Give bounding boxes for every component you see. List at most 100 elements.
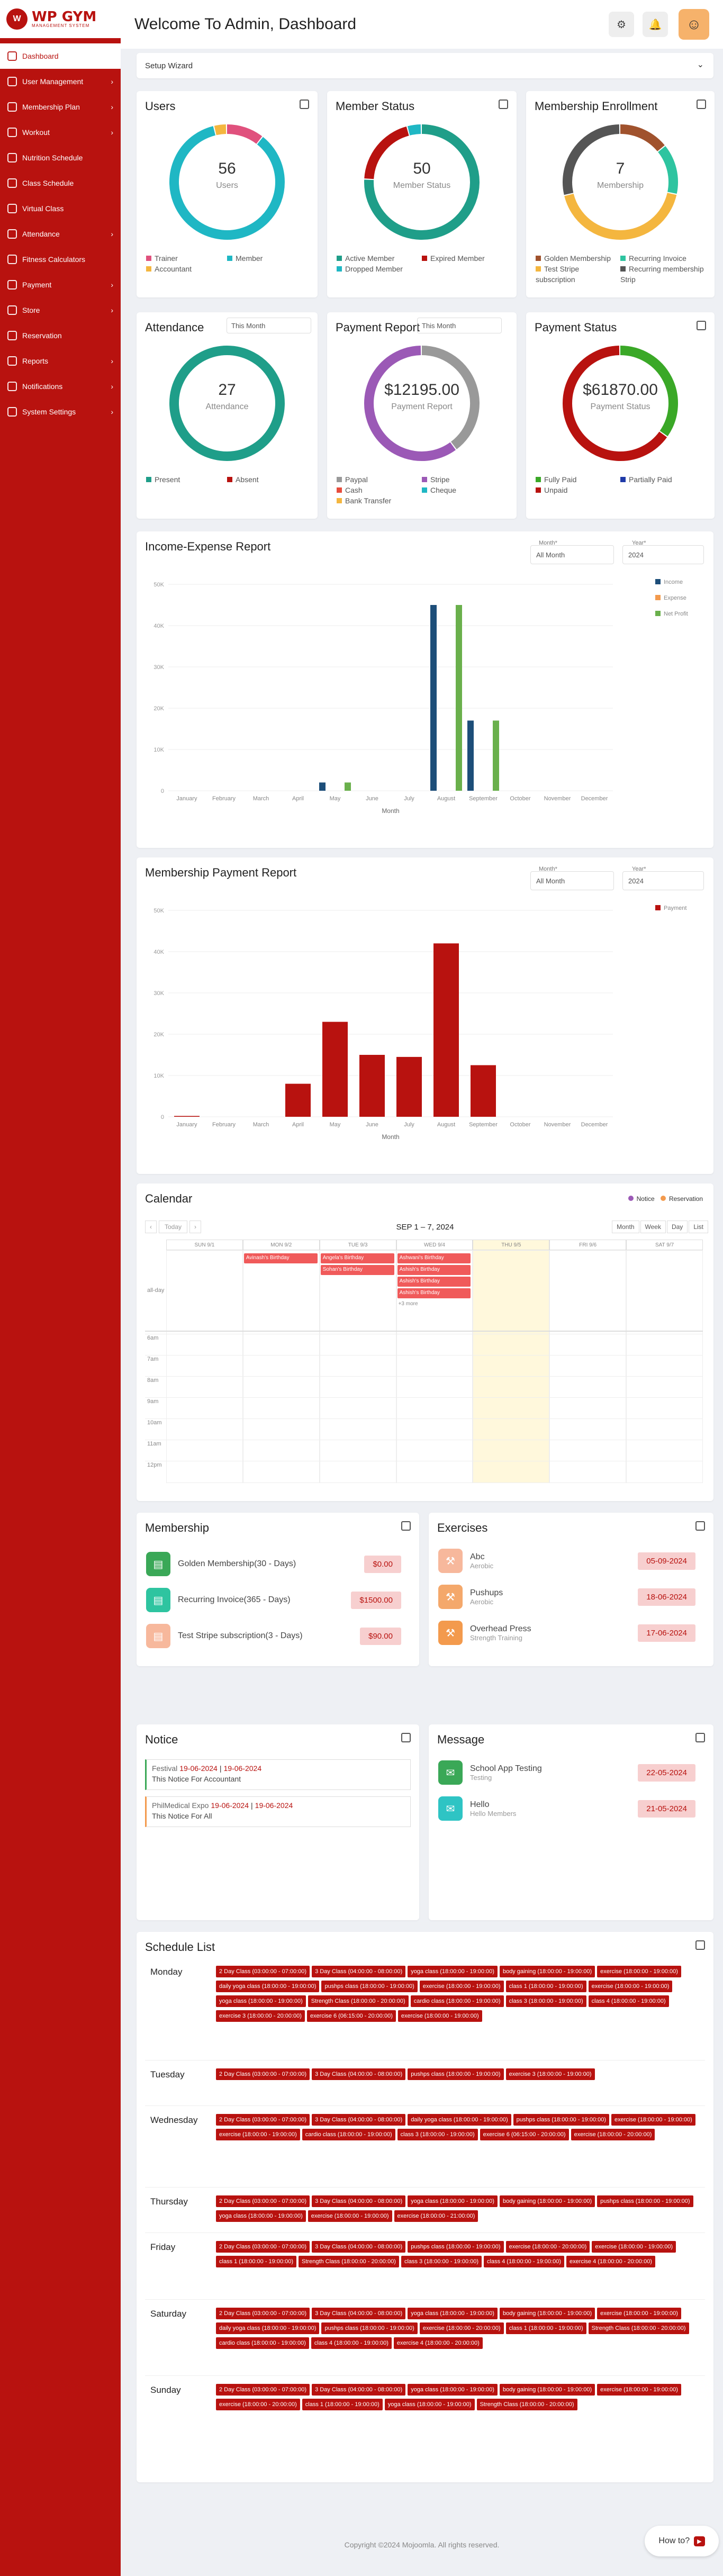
class-tag[interactable]: pushps class (18:00:00 - 19:00:00) xyxy=(321,2322,418,2334)
class-tag[interactable]: exercise 4 (18:00:00 - 20:00:00) xyxy=(566,2256,655,2267)
class-tag[interactable]: yoga class (18:00:00 - 19:00:00) xyxy=(408,1966,498,1977)
logo[interactable]: W WP GYM MANAGEMENT SYSTEM xyxy=(0,0,121,38)
class-tag[interactable]: exercise (18:00:00 - 19:00:00) xyxy=(597,1966,681,1977)
class-tag[interactable]: exercise (18:00:00 - 20:00:00) xyxy=(571,2129,655,2140)
class-tag[interactable]: exercise (18:00:00 - 19:00:00) xyxy=(592,2241,676,2253)
sidebar-item-reports[interactable]: Reports › xyxy=(0,348,121,374)
message-row[interactable]: ✉ Hello Hello Members 21-05-2024 xyxy=(438,1794,704,1823)
calendar-event[interactable]: Angela's Birthday xyxy=(320,1253,394,1263)
message-row[interactable]: ✉ School App Testing Testing 22-05-2024 xyxy=(438,1758,704,1787)
external-link-icon[interactable] xyxy=(401,1733,411,1742)
external-link-icon[interactable] xyxy=(300,100,309,109)
avatar[interactable]: ☺ xyxy=(679,9,709,40)
class-tag[interactable]: exercise (18:00:00 - 20:00:00) xyxy=(216,2399,300,2410)
class-tag[interactable]: exercise (18:00:00 - 21:00:00) xyxy=(394,2210,478,2222)
calendar-event[interactable]: Ashish's Birthday xyxy=(397,1288,471,1298)
class-tag[interactable]: 3 Day Class (04:00:00 - 08:00:00) xyxy=(312,2308,406,2319)
class-tag[interactable]: 2 Day Class (03:00:00 - 07:00:00) xyxy=(216,2308,310,2319)
help-button[interactable]: How to? ▶ xyxy=(645,2526,719,2556)
class-tag[interactable]: yoga class (18:00:00 - 19:00:00) xyxy=(216,1995,306,2007)
calendar-event[interactable]: Ashish's Birthday xyxy=(397,1265,471,1275)
class-tag[interactable]: class 1 (18:00:00 - 19:00:00) xyxy=(505,1981,586,1992)
class-tag[interactable]: 2 Day Class (03:00:00 - 07:00:00) xyxy=(216,1966,310,1977)
class-tag[interactable]: 3 Day Class (04:00:00 - 08:00:00) xyxy=(312,2384,406,2396)
class-tag[interactable]: class 3 (18:00:00 - 19:00:00) xyxy=(397,2129,478,2140)
class-tag[interactable]: class 3 (18:00:00 - 19:00:00) xyxy=(505,1995,586,2007)
class-tag[interactable]: exercise 6 (06:15:00 - 20:00:00) xyxy=(480,2129,569,2140)
class-tag[interactable]: 2 Day Class (03:00:00 - 07:00:00) xyxy=(216,2241,310,2253)
calendar-event[interactable]: Avinash's Birthday xyxy=(243,1253,318,1263)
class-tag[interactable]: 2 Day Class (03:00:00 - 07:00:00) xyxy=(216,2195,310,2207)
payment_report-filter-select[interactable]: This Month xyxy=(417,318,502,333)
external-link-icon[interactable] xyxy=(695,1940,705,1950)
class-tag[interactable]: class 4 (18:00:00 - 19:00:00) xyxy=(484,2256,565,2267)
external-link-icon[interactable] xyxy=(697,321,706,330)
exercise-row[interactable]: ⚒ Overhead Press Strength Training 17-06-20… xyxy=(438,1619,704,1647)
class-tag[interactable]: class 1 (18:00:00 - 19:00:00) xyxy=(302,2399,383,2410)
sidebar-item-reservation[interactable]: Reservation xyxy=(0,323,121,348)
sidebar-item-attendance[interactable]: Attendance › xyxy=(0,221,121,247)
class-tag[interactable]: 2 Day Class (03:00:00 - 07:00:00) xyxy=(216,2114,310,2126)
class-tag[interactable]: body gaining (18:00:00 - 19:00:00) xyxy=(499,2384,595,2396)
class-tag[interactable]: exercise (18:00:00 - 19:00:00) xyxy=(588,1981,673,1992)
external-link-icon[interactable] xyxy=(401,1521,411,1531)
year-select[interactable]: 2024 xyxy=(622,545,704,564)
view-button-day[interactable]: Day xyxy=(666,1221,688,1233)
day-column[interactable] xyxy=(626,1250,703,1483)
class-tag[interactable]: class 4 (18:00:00 - 19:00:00) xyxy=(588,1995,669,2007)
class-tag[interactable]: body gaining (18:00:00 - 19:00:00) xyxy=(499,1966,595,1977)
class-tag[interactable]: body gaining (18:00:00 - 19:00:00) xyxy=(499,2195,595,2207)
class-tag[interactable]: exercise (18:00:00 - 19:00:00) xyxy=(611,2114,695,2126)
class-tag[interactable]: exercise (18:00:00 - 20:00:00) xyxy=(505,2241,590,2253)
class-tag[interactable]: pushps class (18:00:00 - 19:00:00) xyxy=(408,2241,504,2253)
class-tag[interactable]: class 1 (18:00:00 - 19:00:00) xyxy=(216,2256,297,2267)
view-button-month[interactable]: Month xyxy=(612,1221,639,1233)
class-tag[interactable]: 3 Day Class (04:00:00 - 08:00:00) xyxy=(312,2068,406,2080)
sidebar-item-workout[interactable]: Workout › xyxy=(0,120,121,145)
class-tag[interactable]: exercise (18:00:00 - 20:00:00) xyxy=(419,2322,504,2334)
class-tag[interactable]: exercise (18:00:00 - 19:00:00) xyxy=(419,1981,504,1992)
sidebar-item-membership-plan[interactable]: Membership Plan › xyxy=(0,94,121,120)
membership-row[interactable]: ▤ Recurring Invoice(365 - Days) $1500.00 xyxy=(146,1586,410,1614)
sidebar-item-class-schedule[interactable]: Class Schedule xyxy=(0,170,121,196)
membership-row[interactable]: ▤ Golden Membership(30 - Days) $0.00 xyxy=(146,1550,410,1578)
class-tag[interactable]: Strength Class (18:00:00 - 20:00:00) xyxy=(308,1995,409,2007)
class-tag[interactable]: exercise 6 (06:15:00 - 20:00:00) xyxy=(306,2010,396,2022)
class-tag[interactable]: daily yoga class (18:00:00 - 19:00:00) xyxy=(216,2322,320,2334)
month-select-2[interactable]: All Month xyxy=(530,871,614,890)
class-tag[interactable]: 3 Day Class (04:00:00 - 08:00:00) xyxy=(312,2241,406,2253)
day-column[interactable] xyxy=(549,1250,627,1483)
sidebar-item-nutrition-schedule[interactable]: Nutrition Schedule xyxy=(0,145,121,170)
notice-item[interactable]: Festival 19-06-2024 | 19-06-2024 This Notice… xyxy=(145,1759,411,1790)
notice-item[interactable]: PhilMedical Expo 19-06-2024 | 19-06-2024 Thi… xyxy=(145,1796,411,1827)
bell-icon[interactable]: 🔔 xyxy=(643,12,668,37)
class-tag[interactable]: cardio class (18:00:00 - 19:00:00) xyxy=(410,1995,504,2007)
class-tag[interactable]: exercise (18:00:00 - 19:00:00) xyxy=(397,2010,482,2022)
sidebar-item-system-settings[interactable]: System Settings › xyxy=(0,399,121,424)
class-tag[interactable]: class 3 (18:00:00 - 19:00:00) xyxy=(401,2256,482,2267)
class-tag[interactable]: daily yoga class (18:00:00 - 19:00:00) xyxy=(216,1981,320,1992)
settings-gear-icon[interactable]: ⚙ xyxy=(609,12,634,37)
class-tag[interactable]: 2 Day Class (03:00:00 - 07:00:00) xyxy=(216,2068,310,2080)
class-tag[interactable]: Strength Class (18:00:00 - 20:00:00) xyxy=(299,2256,399,2267)
sidebar-item-dashboard[interactable]: Dashboard xyxy=(0,43,121,69)
view-button-list[interactable]: List xyxy=(689,1221,708,1233)
sidebar-item-user-management[interactable]: User Management › xyxy=(0,69,121,94)
more-events-link[interactable]: +3 more xyxy=(399,1301,418,1307)
sidebar-item-fitness-calculators[interactable]: Fitness Calculators xyxy=(0,247,121,272)
sidebar-item-notifications[interactable]: Notifications › xyxy=(0,374,121,399)
class-tag[interactable]: 3 Day Class (04:00:00 - 08:00:00) xyxy=(312,2195,406,2207)
external-link-icon[interactable] xyxy=(695,1733,705,1742)
sidebar-item-virtual-class[interactable]: Virtual Class xyxy=(0,196,121,221)
class-tag[interactable]: class 4 (18:00:00 - 19:00:00) xyxy=(311,2337,392,2349)
external-link-icon[interactable] xyxy=(695,1521,705,1531)
class-tag[interactable]: pushps class (18:00:00 - 19:00:00) xyxy=(408,2068,504,2080)
class-tag[interactable]: cardio class (18:00:00 - 19:00:00) xyxy=(302,2129,395,2140)
sidebar-item-store[interactable]: Store › xyxy=(0,297,121,323)
view-button-week[interactable]: Week xyxy=(640,1221,666,1233)
class-tag[interactable]: exercise (18:00:00 - 19:00:00) xyxy=(216,2129,300,2140)
membership-row[interactable]: ▤ Test Stripe subscription(3 - Days) $90.0… xyxy=(146,1622,410,1650)
class-tag[interactable]: yoga class (18:00:00 - 19:00:00) xyxy=(216,2210,306,2222)
class-tag[interactable]: body gaining (18:00:00 - 19:00:00) xyxy=(499,2308,595,2319)
day-column[interactable] xyxy=(319,1250,396,1483)
